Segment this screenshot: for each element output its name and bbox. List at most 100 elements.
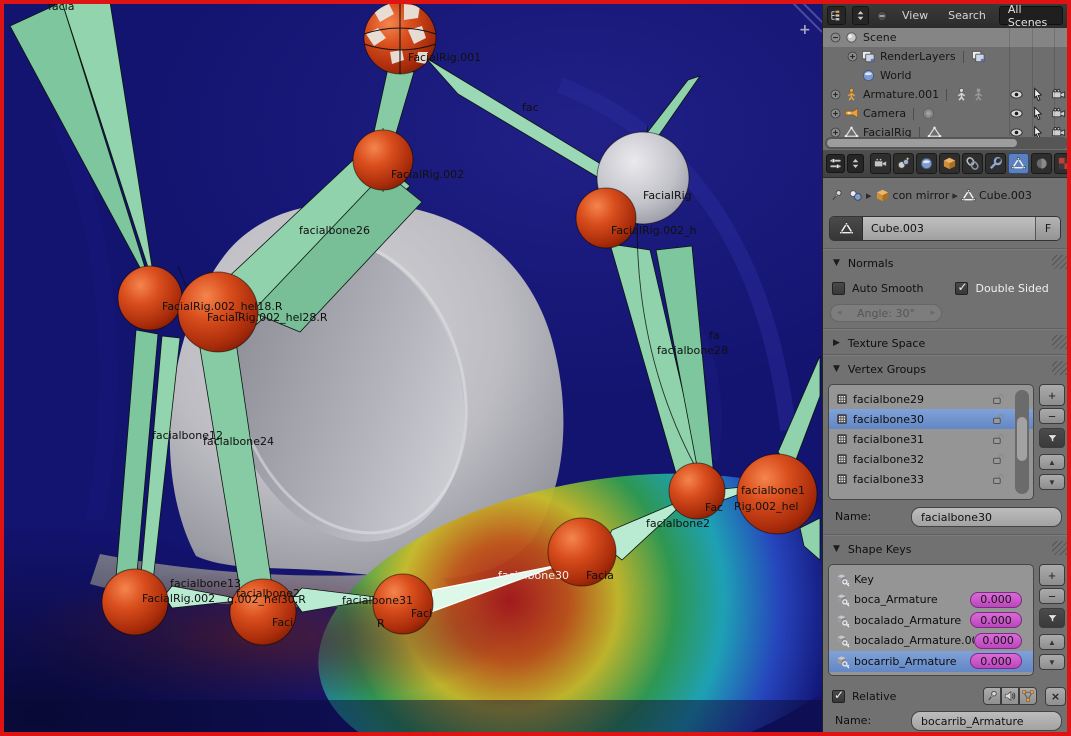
vertex-group-row[interactable]: facialbone32: [829, 449, 1033, 469]
slider-right-icon[interactable]: ▸: [930, 308, 935, 318]
panel-grip-icon: [1052, 335, 1068, 349]
move-up-button[interactable]: ▲: [1039, 634, 1065, 650]
vertex-groups-rows: facialbone29 facialbone30 facialbone31 f…: [829, 389, 1033, 489]
lock-toggle[interactable]: [991, 472, 1005, 486]
auto-smooth-checkbox[interactable]: [832, 281, 845, 295]
outliner-row-scene[interactable]: Scene: [823, 28, 1071, 47]
properties-tabs: [823, 150, 1071, 178]
vgroup-icon: [837, 414, 847, 424]
vertex-group-name: facialbone32: [853, 452, 924, 466]
slider-left-icon[interactable]: ◂: [837, 308, 842, 318]
shape-key-row[interactable]: Key: [829, 569, 1033, 590]
tab-constraints-icon: [966, 157, 979, 170]
tab-modifiers[interactable]: [985, 153, 1006, 174]
vertex-group-row[interactable]: facialbone30: [829, 409, 1033, 429]
editor-type-button[interactable]: [827, 6, 846, 25]
editor-updown-button[interactable]: [852, 6, 869, 25]
remove-button[interactable]: −: [1039, 408, 1065, 424]
pin-button[interactable]: [983, 687, 1001, 705]
section-texture-space-header[interactable]: ▶ Texture Space: [823, 332, 1071, 354]
double-sided-checkbox[interactable]: ✓: [955, 280, 969, 295]
viewport-scene[interactable]: [0, 0, 1010, 736]
shape-key-row[interactable]: bocarrib_Armature 0.000: [829, 651, 1033, 672]
lock-toggle[interactable]: [991, 432, 1005, 446]
breadcrumb-context[interactable]: con mirror: [893, 189, 950, 202]
tab-object[interactable]: [939, 153, 960, 174]
lock-open-icon: [993, 393, 1004, 404]
add-button[interactable]: +: [1039, 564, 1065, 586]
speaker-button[interactable]: [1001, 687, 1019, 705]
outliner-row-armature-001[interactable]: Armature.001: [823, 85, 1071, 104]
filter-button[interactable]: [1039, 428, 1065, 448]
section-vertex-groups-header[interactable]: ▼ Vertex Groups: [823, 358, 1071, 380]
angle-slider[interactable]: ◂ Angle: 30° ▸: [830, 304, 942, 322]
relative-checkbox[interactable]: ✓: [832, 688, 845, 703]
fake-user-button[interactable]: F: [1035, 217, 1060, 240]
shape-key-value[interactable]: 0.000: [970, 591, 1022, 608]
shape-key-row[interactable]: bocalado_Armature 0.000: [829, 610, 1033, 631]
lock-toggle[interactable]: [991, 412, 1005, 426]
section-normals-header[interactable]: ▼ Normals: [823, 252, 1071, 274]
network-button[interactable]: [1019, 687, 1037, 705]
editor-updown-button[interactable]: [847, 154, 864, 173]
tab-render[interactable]: [870, 153, 891, 174]
editor-type-button[interactable]: [826, 154, 845, 173]
tab-data[interactable]: [1008, 153, 1029, 174]
section-shape-keys-header[interactable]: ▼ Shape Keys: [823, 538, 1071, 560]
add-button[interactable]: +: [1039, 384, 1065, 406]
remove-button[interactable]: −: [1039, 588, 1065, 604]
scrollbar-thumb[interactable]: [1017, 417, 1027, 461]
outliner-row-renderlayers[interactable]: RenderLayers: [823, 47, 1071, 66]
tab-material[interactable]: [1031, 153, 1052, 174]
vertex-group-row[interactable]: facialbone31: [829, 429, 1033, 449]
datablock-name-input[interactable]: Cube.003: [863, 217, 1035, 240]
tab-texture[interactable]: [1054, 153, 1071, 174]
pin-icon: [988, 690, 997, 701]
outliner-row-world[interactable]: World: [823, 66, 1071, 85]
restriction-toggles[interactable]: [1009, 106, 1066, 121]
scrollbar-thumb[interactable]: [827, 139, 1018, 147]
outliner-item-label: World: [880, 69, 912, 82]
updown-icon: [852, 159, 859, 168]
list-scrollbar[interactable]: [1015, 390, 1029, 494]
pin-icon: [832, 189, 842, 200]
menu-view[interactable]: View: [895, 9, 935, 22]
network-icon: [1022, 690, 1034, 702]
shape-key-value[interactable]: 0.000: [970, 612, 1022, 629]
outliner-hscrollbar[interactable]: [825, 137, 1069, 149]
tab-world[interactable]: [916, 153, 937, 174]
shape-key-row[interactable]: bocalado_Armature.001 0.000: [829, 631, 1033, 652]
sk-name-input[interactable]: bocarrib_Armature: [911, 711, 1062, 731]
move-down-button[interactable]: ▼: [1039, 474, 1065, 490]
viewport-3d[interactable]: facia FacialRig.001 fac FacialRig.002 Facial…: [0, 0, 1010, 736]
vertex-group-row[interactable]: facialbone29: [829, 389, 1033, 409]
outliner-row-camera[interactable]: Camera: [823, 104, 1071, 123]
move-up-button[interactable]: ▲: [1039, 454, 1065, 470]
shape-key-row[interactable]: boca_Armature 0.000: [829, 590, 1033, 611]
clear-shape-keys-button[interactable]: ×: [1045, 687, 1066, 706]
pin-icon[interactable]: [829, 188, 844, 203]
move-down-button[interactable]: ▼: [1039, 654, 1065, 670]
tab-world-icon: [920, 157, 933, 170]
section-divider: [823, 248, 1071, 250]
breadcrumb-datablock[interactable]: Cube.003: [979, 189, 1032, 202]
restriction-toggles[interactable]: [1009, 87, 1066, 102]
shape-keys-rows: Key boca_Armature 0.000 bocalado_Armatur…: [829, 569, 1033, 672]
filter-button[interactable]: [1039, 608, 1065, 628]
outliner-header: View Search All Scenes: [823, 3, 1071, 29]
region-expand-icon[interactable]: +: [799, 22, 811, 38]
minus-circle-icon[interactable]: [875, 9, 889, 23]
shape-key-value[interactable]: 0.000: [974, 632, 1022, 649]
shape-key-value[interactable]: 0.000: [970, 653, 1022, 670]
lock-toggle[interactable]: [991, 452, 1005, 466]
menu-search[interactable]: Search: [941, 9, 993, 22]
pipe-divider: [962, 50, 964, 63]
vertex-group-row[interactable]: facialbone33: [829, 469, 1033, 489]
vertex-group-name: facialbone29: [853, 392, 924, 406]
scenes-filter-dropdown[interactable]: All Scenes: [998, 3, 1063, 29]
tab-constraints[interactable]: [962, 153, 983, 174]
vgroup-icon: [837, 434, 847, 444]
tab-scene[interactable]: [893, 153, 914, 174]
vg-name-input[interactable]: facialbone30: [911, 507, 1062, 527]
lock-toggle[interactable]: [991, 392, 1005, 406]
